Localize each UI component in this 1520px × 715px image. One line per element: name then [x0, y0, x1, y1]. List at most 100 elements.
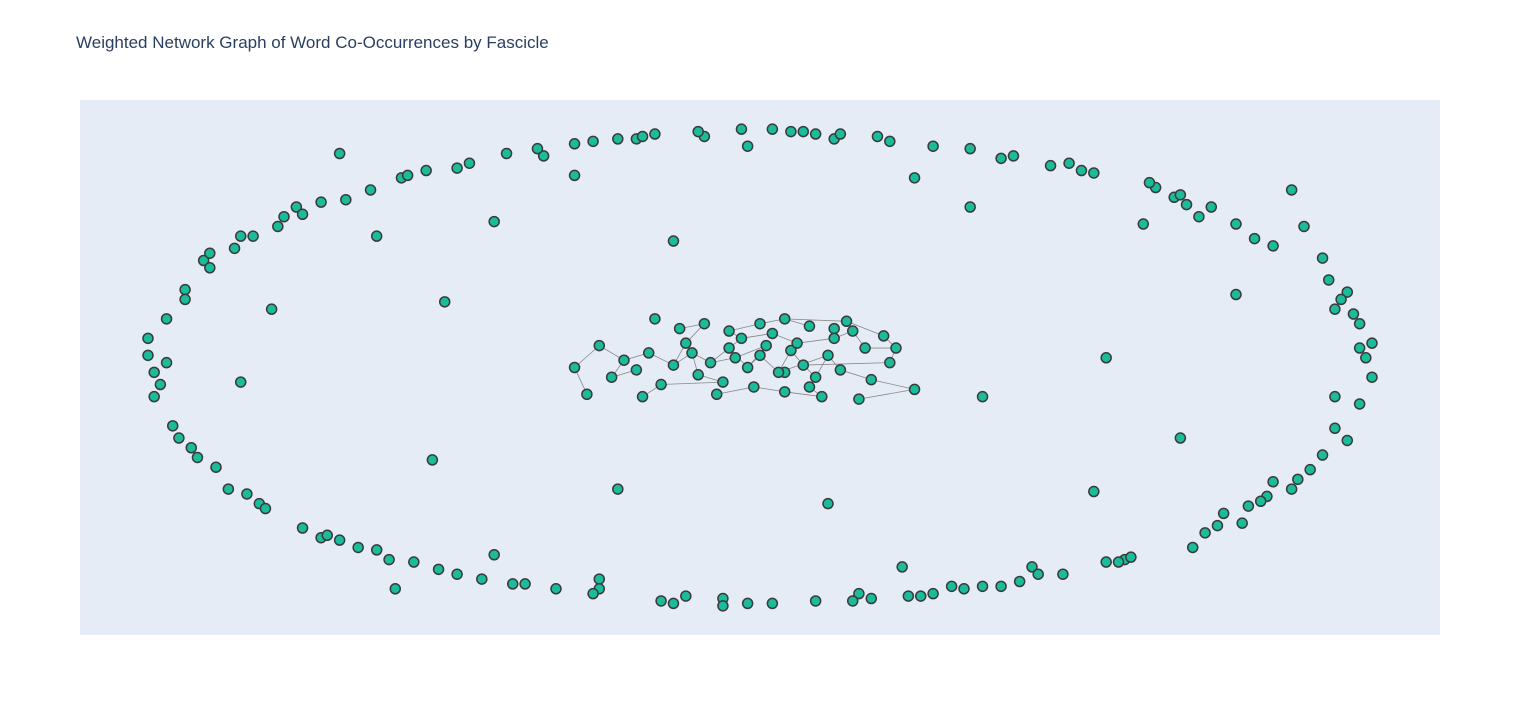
- network-node[interactable]: [1199, 527, 1211, 539]
- network-node[interactable]: [1174, 432, 1187, 444]
- network-node[interactable]: [408, 556, 420, 568]
- network-node[interactable]: [822, 349, 834, 362]
- network-node[interactable]: [649, 313, 661, 325]
- network-node[interactable]: [451, 568, 463, 580]
- network-node[interactable]: [927, 587, 939, 600]
- network-node[interactable]: [1057, 568, 1069, 580]
- network-node[interactable]: [945, 580, 958, 593]
- network-node[interactable]: [766, 597, 779, 610]
- network-node[interactable]: [315, 196, 327, 208]
- network-node[interactable]: [741, 361, 754, 374]
- network-node[interactable]: [333, 534, 346, 546]
- network-node[interactable]: [179, 293, 191, 306]
- network-node[interactable]: [741, 140, 754, 152]
- network-node[interactable]: [655, 378, 667, 391]
- network-node[interactable]: [760, 339, 772, 352]
- network-node[interactable]: [908, 172, 921, 184]
- network-node[interactable]: [278, 210, 290, 223]
- network-node[interactable]: [1013, 575, 1026, 588]
- network-node[interactable]: [142, 332, 154, 345]
- network-node[interactable]: [778, 386, 791, 398]
- network-node[interactable]: [352, 541, 364, 554]
- network-node[interactable]: [1341, 434, 1354, 447]
- network-node[interactable]: [173, 432, 185, 444]
- network-node[interactable]: [506, 578, 519, 590]
- network-node[interactable]: [877, 330, 890, 342]
- network-node[interactable]: [265, 303, 278, 315]
- network-node[interactable]: [667, 235, 680, 247]
- network-node[interactable]: [1285, 483, 1298, 495]
- network-node[interactable]: [476, 573, 488, 585]
- network-node[interactable]: [160, 356, 173, 369]
- network-node[interactable]: [890, 342, 902, 354]
- network-node[interactable]: [488, 215, 500, 228]
- network-node[interactable]: [1007, 150, 1020, 162]
- network-node[interactable]: [389, 583, 402, 595]
- network-node[interactable]: [927, 140, 939, 152]
- network-node[interactable]: [840, 315, 853, 328]
- network-node[interactable]: [1100, 352, 1112, 364]
- network-node[interactable]: [976, 390, 989, 403]
- network-node[interactable]: [908, 383, 921, 396]
- network-node[interactable]: [649, 128, 661, 140]
- network-node[interactable]: [673, 322, 686, 335]
- network-node[interactable]: [766, 123, 779, 135]
- network-node[interactable]: [896, 561, 908, 573]
- network-node[interactable]: [698, 317, 711, 330]
- network-node[interactable]: [1316, 252, 1329, 264]
- network-node[interactable]: [865, 592, 878, 605]
- network-node[interactable]: [667, 597, 680, 610]
- network-node[interactable]: [488, 549, 500, 561]
- network-node[interactable]: [593, 339, 606, 352]
- network-node[interactable]: [1236, 517, 1248, 529]
- network-node[interactable]: [1322, 274, 1335, 286]
- network-node[interactable]: [612, 483, 624, 495]
- network-node[interactable]: [148, 390, 160, 403]
- network-node[interactable]: [1180, 198, 1193, 211]
- network-node[interactable]: [1075, 164, 1088, 177]
- network-node[interactable]: [185, 442, 198, 454]
- network-node[interactable]: [1137, 218, 1150, 230]
- network-node[interactable]: [272, 220, 284, 233]
- network-node[interactable]: [148, 366, 160, 379]
- network-node[interactable]: [853, 393, 865, 405]
- network-node[interactable]: [1267, 240, 1279, 252]
- network-node[interactable]: [234, 230, 247, 242]
- network-node[interactable]: [754, 349, 766, 362]
- network-node[interactable]: [568, 138, 581, 150]
- network-node[interactable]: [1285, 184, 1298, 196]
- network-node[interactable]: [1267, 476, 1279, 488]
- network-node[interactable]: [778, 313, 791, 325]
- network-node[interactable]: [204, 247, 216, 259]
- network-node[interactable]: [550, 583, 562, 595]
- network-node[interactable]: [1112, 556, 1125, 568]
- network-node[interactable]: [884, 356, 896, 369]
- network-node[interactable]: [680, 337, 692, 349]
- network-node[interactable]: [1211, 519, 1224, 532]
- network-node[interactable]: [204, 262, 216, 274]
- network-node[interactable]: [451, 162, 463, 174]
- network-node[interactable]: [976, 580, 989, 593]
- network-node[interactable]: [179, 283, 191, 296]
- network-node[interactable]: [636, 390, 649, 403]
- network-node[interactable]: [463, 157, 476, 169]
- network-node[interactable]: [1353, 317, 1366, 330]
- network-node[interactable]: [612, 133, 624, 145]
- network-node[interactable]: [636, 130, 649, 143]
- network-node[interactable]: [859, 342, 871, 354]
- network-node[interactable]: [1248, 232, 1261, 245]
- network-node[interactable]: [1329, 422, 1341, 435]
- network-node[interactable]: [710, 388, 723, 400]
- network-node[interactable]: [340, 193, 352, 206]
- network-node[interactable]: [729, 352, 742, 364]
- network-node[interactable]: [834, 364, 847, 376]
- network-node[interactable]: [797, 125, 810, 138]
- network-node[interactable]: [1298, 220, 1310, 233]
- network-node[interactable]: [364, 184, 377, 196]
- network-node[interactable]: [754, 317, 766, 330]
- network-node[interactable]: [828, 332, 840, 345]
- network-node[interactable]: [296, 522, 309, 534]
- network-node[interactable]: [1366, 371, 1378, 383]
- network-node[interactable]: [587, 135, 599, 148]
- network-node[interactable]: [816, 390, 828, 403]
